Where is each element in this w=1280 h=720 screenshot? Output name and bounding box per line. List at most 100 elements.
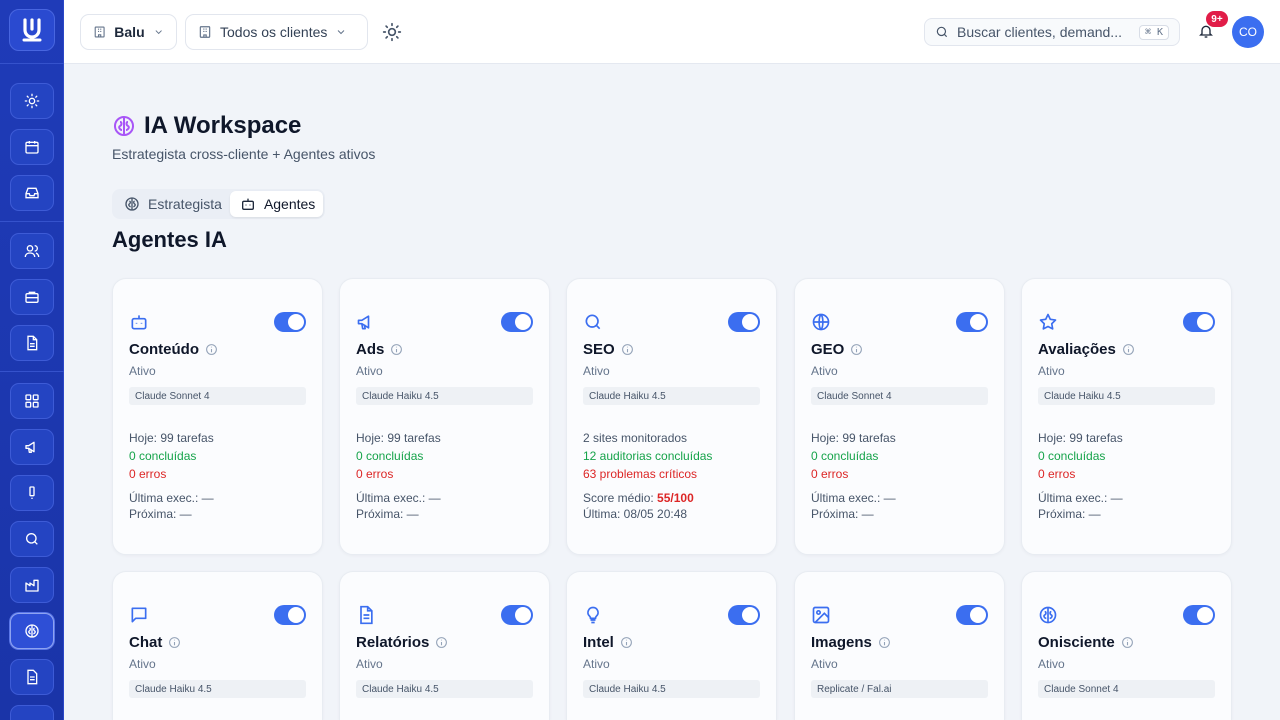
sidebar-item-calendar[interactable] [10,129,54,165]
sidebar-item-alerts[interactable] [10,475,54,511]
megaphone-icon [357,315,370,330]
agent-stat-tasks: Hoje: 99 tarefas [129,431,214,445]
agent-enabled-toggle[interactable] [274,312,306,332]
agent-model-badge: Claude Haiku 4.5 [583,387,760,405]
user-avatar[interactable]: CO [1232,16,1264,48]
score-label: Score médio: [583,491,654,505]
sidebar-item-more[interactable] [10,705,54,720]
sun-icon [382,22,402,42]
agent-stat-completed: 0 concluídas [1038,449,1106,463]
factory-icon [25,579,39,592]
agent-model-badge: Claude Haiku 4.5 [583,680,760,698]
info-icon[interactable] [205,343,218,356]
sidebar-item-ia[interactable] [10,613,54,649]
bot-icon [241,198,254,210]
sidebar-item-sun[interactable] [10,83,54,119]
sidebar-divider [0,63,64,64]
global-search-input[interactable]: Buscar clientes, demand... ⌘ K [924,18,1180,46]
info-icon[interactable] [435,636,448,649]
agent-enabled-toggle[interactable] [1183,605,1215,625]
client-name: Todos os clientes [220,24,328,40]
search-placeholder: Buscar clientes, demand... [957,24,1122,40]
agent-name: Onisciente [1038,634,1134,651]
client-selector[interactable]: Todos os clientes [185,14,368,50]
sidebar-item-users[interactable] [10,233,54,269]
agent-next-run: Próxima: — [1038,507,1101,521]
page-title-text: IA Workspace [144,112,302,139]
agent-card-onisciente[interactable]: Onisciente Ativo Claude Sonnet 4 [1021,571,1232,720]
building-icon [199,26,211,38]
agent-enabled-toggle[interactable] [956,605,988,625]
info-icon[interactable] [390,343,403,356]
agent-stat-errors: 0 erros [129,467,167,481]
agent-name: Conteúdo [129,341,218,358]
sidebar-item-briefcase[interactable] [10,279,54,315]
info-icon[interactable] [1122,343,1135,356]
agent-enabled-toggle[interactable] [274,605,306,625]
agent-last-run: Última exec.: — [356,491,441,505]
info-icon[interactable] [1121,636,1134,649]
agent-card-seo[interactable]: SEO Ativo Claude Haiku 4.5 2 sites monit… [566,278,777,555]
theme-toggle-button[interactable] [382,22,402,42]
agent-enabled-toggle[interactable] [501,605,533,625]
agent-card-chat[interactable]: Chat Ativo Claude Haiku 4.5 [112,571,323,720]
agent-status: Ativo [129,657,156,671]
agent-last-run: Última: 08/05 20:48 [583,507,688,521]
agent-status: Ativo [583,364,610,378]
search-icon [585,314,601,330]
agent-enabled-toggle[interactable] [728,312,760,332]
agent-enabled-toggle[interactable] [1183,312,1215,332]
lightbulb-icon [587,606,599,624]
agent-model-badge: Claude Sonnet 4 [1038,680,1215,698]
info-icon[interactable] [878,636,891,649]
agent-model-badge: Claude Haiku 4.5 [356,387,533,405]
agent-name: GEO [811,341,863,358]
agent-card-intel[interactable]: Intel Ativo Claude Haiku 4.5 [566,571,777,720]
sidebar-item-reports[interactable] [10,659,54,695]
agent-next-run: Próxima: — [356,507,419,521]
sidebar-item-documents[interactable] [10,325,54,361]
sidebar-item-search[interactable] [10,521,54,557]
agent-name: SEO [583,341,634,358]
agent-card-geo[interactable]: GEO Ativo Claude Sonnet 4 Hoje: 99 taref… [794,278,1005,555]
sidebar-item-factory[interactable] [10,567,54,603]
workspace-name: Balu [114,24,145,40]
tab-agentes[interactable]: Agentes [229,191,324,217]
agent-card-ads[interactable]: Ads Ativo Claude Haiku 4.5 Hoje: 99 tare… [339,278,550,555]
workspace-selector[interactable]: Balu [80,14,177,50]
agent-name: Imagens [811,634,891,651]
chevron-down-icon [155,30,162,35]
sidebar-divider [0,221,64,222]
sidebar-item-ads[interactable] [10,429,54,465]
agent-enabled-toggle[interactable] [956,312,988,332]
tab-estrategista[interactable]: Estrategista [114,191,230,217]
logo-icon [22,18,42,42]
agent-stat-critical: 63 problemas críticos [583,467,698,481]
brain-icon [114,116,134,136]
info-icon[interactable] [850,343,863,356]
agent-name: Avaliações [1038,341,1135,358]
megaphone-icon [25,441,35,453]
agent-name-text: Intel [583,634,614,651]
brain-icon [125,197,139,211]
agent-enabled-toggle[interactable] [728,605,760,625]
agent-enabled-toggle[interactable] [501,312,533,332]
users-icon [24,245,40,258]
agent-card-conteudo[interactable]: Conteúdo Ativo Claude Sonnet 4 Hoje: 99 … [112,278,323,555]
app-logo[interactable] [9,9,55,51]
info-icon[interactable] [621,343,634,356]
agent-card-imagens[interactable]: Imagens Ativo Replicate / Fal.ai [794,571,1005,720]
agent-name-text: Chat [129,634,163,651]
agent-stat-errors: 0 erros [1038,467,1076,481]
notification-badge: 9+ [1206,11,1228,27]
info-icon[interactable] [168,636,181,649]
sidebar-item-dashboard[interactable] [10,383,54,419]
agent-model-badge: Claude Sonnet 4 [811,387,988,405]
agent-card-avaliacoes[interactable]: Avaliações Ativo Claude Haiku 4.5 Hoje: … [1021,278,1232,555]
info-icon[interactable] [620,636,633,649]
agent-card-relatorios[interactable]: Relatórios Ativo Claude Haiku 4.5 [339,571,550,720]
agent-stat-audits: 12 auditorias concluídas [583,449,713,463]
image-icon [812,606,830,624]
sidebar-item-inbox[interactable] [10,175,54,211]
dashboard-icon [25,394,39,408]
